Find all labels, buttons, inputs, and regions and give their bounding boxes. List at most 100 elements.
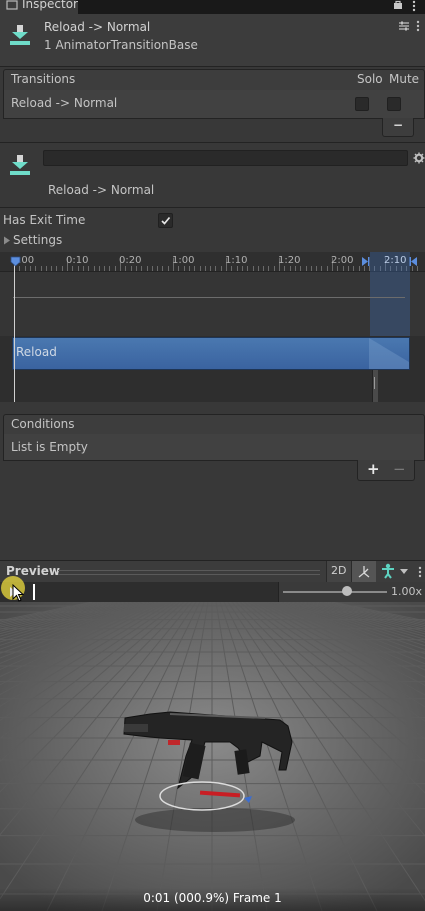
ruler-tick	[146, 266, 148, 271]
lock-icon[interactable]	[393, 0, 403, 10]
ruler-tick	[183, 266, 185, 271]
clip-label: Reload	[16, 345, 57, 359]
clip-bar-reload[interactable]: Reload	[12, 337, 410, 370]
ruler-tick	[284, 266, 286, 271]
ruler-tick	[204, 266, 206, 271]
tick-label: 0:10	[66, 255, 89, 266]
transition-end-marker-icon[interactable]	[409, 256, 418, 267]
preview-playhead[interactable]	[33, 584, 35, 600]
checkmark-icon	[161, 216, 171, 225]
ruler-tick	[321, 266, 323, 271]
ruler-tick	[77, 266, 79, 271]
ruler-tick	[263, 266, 265, 271]
ruler-tick	[289, 266, 291, 271]
speed-value: 1.00x	[391, 585, 423, 598]
preview-controls: 1.00x	[0, 576, 425, 603]
mute-column-label: Mute	[389, 72, 420, 86]
gear-icon[interactable]	[413, 152, 425, 164]
remove-transition-button[interactable]: −	[382, 118, 414, 137]
ruler-tick	[300, 266, 302, 271]
tick-label: 2:00	[331, 255, 354, 266]
transition-settings-icon	[10, 155, 30, 175]
ruler-tick	[141, 266, 143, 271]
ruler-tick	[199, 266, 201, 271]
ruler-tick	[135, 266, 137, 271]
preview-menu-icon[interactable]	[417, 566, 423, 578]
presets-icon[interactable]	[398, 20, 410, 32]
ruler-tick	[268, 266, 270, 271]
avatar-icon	[382, 563, 394, 579]
toggle-2d-button[interactable]: 2D	[326, 561, 351, 582]
ruler-tick	[337, 266, 339, 271]
tab-menu-icon[interactable]	[410, 0, 418, 12]
ruler-tick	[98, 266, 100, 271]
remove-condition-button[interactable]: −	[393, 460, 406, 478]
ruler-tick	[130, 266, 132, 271]
avatar-dropdown[interactable]	[377, 561, 411, 582]
ruler-tick	[353, 266, 355, 271]
ruler-tick	[109, 266, 111, 271]
playhead-marker-icon[interactable]	[10, 256, 21, 267]
inspector-header: Reload -> Normal 1 AnimatorTransitionBas…	[0, 14, 425, 67]
transitions-list: Reload -> Normal	[3, 90, 425, 119]
inspector-icon	[6, 0, 18, 10]
tab-inspector[interactable]: Inspector	[0, 0, 78, 14]
ruler-tick	[347, 266, 349, 271]
ruler-tick	[45, 266, 47, 271]
tick-label: 0:20	[119, 255, 142, 266]
ruler-tick	[326, 266, 328, 271]
ruler-tick	[104, 266, 106, 271]
has-exit-time-checkbox[interactable]	[158, 213, 173, 228]
gun-shadow	[135, 808, 295, 832]
remove-transition-label: −	[393, 118, 404, 132]
conditions-list: List is Empty	[3, 434, 425, 461]
pivot-toggle-button[interactable]	[351, 561, 376, 582]
ruler-tick	[125, 266, 127, 271]
tick-label: 1:10	[225, 255, 248, 266]
gun-red-marker	[168, 740, 180, 745]
speed-slider-thumb[interactable]	[342, 586, 353, 596]
transitions-header: Transitions Solo Mute	[3, 69, 425, 91]
preview-header: Preview 2D	[0, 560, 425, 583]
transition-row-label: Reload -> Normal	[11, 96, 118, 110]
preview-drag-handle[interactable]	[58, 570, 320, 575]
ruler-tick	[252, 266, 254, 271]
gun-barrel	[124, 724, 148, 732]
ruler-tick	[194, 266, 196, 271]
mouse-cursor-icon	[12, 584, 25, 602]
preview-scene	[0, 602, 425, 911]
ruler-tick	[40, 266, 42, 271]
add-condition-button[interactable]: +	[367, 460, 380, 478]
ruler-tick	[310, 266, 312, 271]
speed-slider-track[interactable]	[283, 591, 387, 593]
ruler-tick	[358, 266, 360, 271]
ruler-tick	[151, 266, 153, 271]
preview-timeline[interactable]	[0, 582, 279, 602]
ruler-tick	[167, 266, 169, 271]
ruler-tick	[236, 266, 238, 271]
transition-start-marker-icon[interactable]	[361, 256, 370, 267]
ruler-tick	[342, 266, 344, 271]
preview-viewport[interactable]: 0:01 (000.9%) Frame 1	[0, 602, 425, 911]
foldout-arrow-icon	[4, 236, 10, 245]
transition-name-field[interactable]	[43, 150, 408, 166]
ruler-tick	[114, 266, 116, 271]
transition-row[interactable]: Reload -> Normal	[4, 90, 424, 118]
ruler-tick	[305, 266, 307, 271]
header-menu-icon[interactable]	[414, 20, 422, 32]
ruler-tick	[210, 266, 212, 271]
conditions-footer: + −	[357, 460, 415, 481]
playhead[interactable]	[14, 262, 15, 402]
mute-toggle[interactable]	[387, 97, 401, 111]
tick-label: 1:20	[278, 255, 301, 266]
settings-label: Settings	[13, 233, 63, 247]
settings-foldout[interactable]: Settings	[0, 232, 120, 249]
transition-timeline[interactable]: :00 0:10 0:20 1:00 1:10 1:20 2:00 2:10 R…	[0, 252, 425, 402]
ruler-tick	[215, 266, 217, 271]
solo-toggle[interactable]	[355, 97, 369, 111]
ruler-tick	[247, 266, 249, 271]
ruler-tick	[93, 266, 95, 271]
ruler-tick	[241, 266, 243, 271]
has-exit-time-label: Has Exit Time	[3, 213, 86, 227]
ruler-tick	[273, 266, 275, 271]
